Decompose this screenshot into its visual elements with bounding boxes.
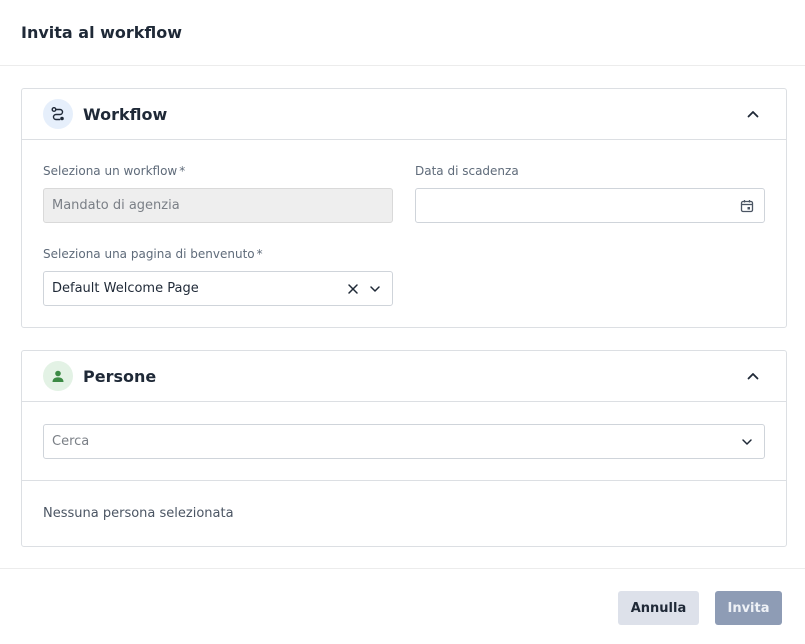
required-mark: * xyxy=(179,164,186,178)
invite-workflow-modal: Invita al workflow Workflow Seleziona un… xyxy=(0,0,805,644)
workflow-select-value: Mandato di agenzia xyxy=(52,198,180,213)
welcome-page-value: Default Welcome Page xyxy=(52,281,199,296)
workflow-select-disabled: Mandato di agenzia xyxy=(43,188,393,223)
workflow-section: Workflow Seleziona un workflow * Mandato … xyxy=(21,88,787,328)
modal-title: Invita al workflow xyxy=(21,23,183,42)
calendar-icon[interactable] xyxy=(738,197,756,215)
workflow-section-title: Workflow xyxy=(83,104,168,124)
people-search-select[interactable]: Cerca xyxy=(43,424,765,459)
due-date-label-text: Data di scadenza xyxy=(415,164,519,178)
people-section-header[interactable]: Persone xyxy=(22,351,786,402)
due-date-input[interactable] xyxy=(415,188,765,223)
people-section-title: Persone xyxy=(83,366,157,386)
person-icon xyxy=(43,361,73,391)
cancel-button[interactable]: Annulla xyxy=(618,591,699,625)
workflow-label-text: Seleziona un workflow xyxy=(43,164,178,178)
workflow-section-header[interactable]: Workflow xyxy=(22,89,786,140)
welcome-page-label-text: Seleziona una pagina di benvenuto xyxy=(43,247,255,261)
chevron-down-icon[interactable] xyxy=(738,433,756,451)
people-search-placeholder: Cerca xyxy=(52,434,90,449)
required-mark: * xyxy=(256,247,263,261)
workflow-field-label: Seleziona un workflow * xyxy=(43,164,185,178)
invite-button[interactable]: Invita xyxy=(715,591,782,625)
workflow-route-icon xyxy=(43,99,73,129)
modal-header: Invita al workflow xyxy=(0,0,805,66)
welcome-page-label: Seleziona una pagina di benvenuto * xyxy=(43,247,263,261)
section-divider xyxy=(22,480,786,481)
people-section: Persone Cerca Nessuna persona selezionat… xyxy=(21,350,787,547)
chevron-up-icon[interactable] xyxy=(741,102,765,126)
no-people-message: Nessuna persona selezionata xyxy=(43,506,234,521)
chevron-up-icon[interactable] xyxy=(741,364,765,388)
due-date-label: Data di scadenza xyxy=(415,164,519,178)
modal-footer: Annulla Invita xyxy=(0,568,805,644)
clear-icon[interactable] xyxy=(344,280,362,298)
chevron-down-icon[interactable] xyxy=(366,280,384,298)
welcome-page-select[interactable]: Default Welcome Page xyxy=(43,271,393,306)
